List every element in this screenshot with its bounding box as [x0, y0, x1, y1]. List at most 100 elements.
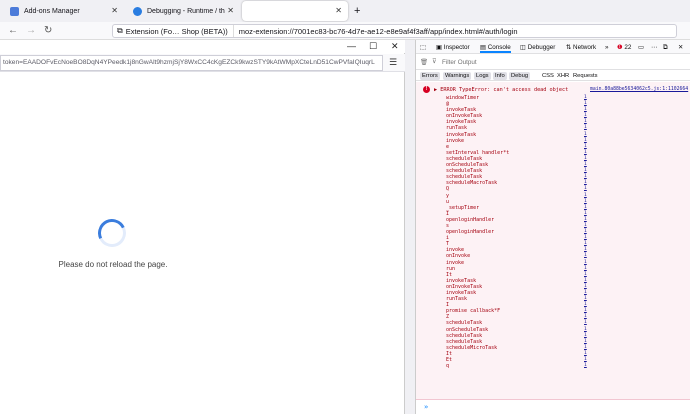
error-icon: ❶ [617, 44, 623, 51]
more-options-icon[interactable]: ⋯ [651, 42, 657, 53]
stack-frame-function: onInvokeTask [446, 283, 483, 290]
filter-xhr[interactable]: XHR [555, 72, 571, 80]
pick-element-icon[interactable]: ⬚ [420, 42, 426, 53]
filter-icon: ⊽ [432, 58, 437, 65]
reload-warning-text: Please do not reload the page. [58, 260, 168, 269]
stack-frame-function: windowTimer [446, 95, 480, 101]
tab-network[interactable]: ⇅ Network [566, 42, 596, 53]
stack-frame-function: invokeTask [446, 107, 477, 114]
popup-url-field[interactable]: token=EAADOFvEcNoeBO8DqN4YPeedk1j8nGwAlt… [0, 55, 383, 71]
stack-frame-function: openloginHandler [446, 216, 495, 223]
stack-frame-function: onInvoke [446, 253, 471, 260]
stack-frame-function: setInterval handler*t [446, 149, 510, 156]
filter-logs[interactable]: Logs [474, 72, 491, 80]
tab-label: Console [487, 44, 511, 51]
tab-debugging[interactable]: Debugging - Runtime / this-fire ✕ [127, 1, 240, 21]
tab-inspector[interactable]: ▣ Inspector [436, 42, 470, 53]
stack-frame-function: s [446, 222, 450, 229]
tab-label: Inspector [443, 44, 470, 51]
stack-frame-function: scheduleTask [446, 168, 483, 175]
stack-frame-function: scheduleTask [446, 155, 483, 162]
responsive-icon[interactable]: ▭ [638, 42, 644, 53]
stack-frame-function: I [446, 302, 450, 309]
login-popup-window: — ☐ ✕ token=EAADOFvEcNoeBO8DqN4YPeedk1j8… [0, 40, 405, 414]
stack-frame-function: It [446, 271, 453, 278]
extension-identity-chip[interactable]: ⧉ Extension (Fo… Shop (BETA)) [113, 25, 234, 37]
tab-title: Debugging - Runtime / this-fire [147, 7, 225, 15]
tab-console[interactable]: ▤ Console [480, 42, 511, 53]
console-filter-bar: 🗑 ⊽ Filter Output [416, 55, 690, 70]
close-icon[interactable]: ✕ [227, 6, 234, 16]
stack-frame-function: _setupTimer [446, 204, 480, 211]
nav-bar: ← → ↻ ⧉ Extension (Fo… Shop (BETA)) moz-… [0, 22, 690, 40]
stack-frame-function: scheduleMacroTask [446, 180, 498, 187]
stack-frame-function: onInvokeTask [446, 113, 483, 120]
stack-frame-function: invokeTask [446, 277, 477, 284]
stack-frame-function: scheduleTask [446, 174, 483, 181]
tab-title: Add-ons Manager [24, 7, 80, 15]
stack-frame-function: promise callback*F [446, 308, 501, 315]
puzzle-icon [10, 6, 19, 16]
url-text[interactable]: moz-extension://7001ec83-bc76-4d7e-ae12-… [234, 27, 518, 36]
reload-icon[interactable]: ↻ [44, 24, 52, 38]
error-icon: ! [423, 86, 430, 93]
console-error-message[interactable]: ! ▶ ERROR TypeError: can't access dead o… [416, 82, 690, 400]
loading-spinner-icon [94, 215, 130, 251]
filter-css[interactable]: CSS [540, 72, 556, 80]
console-category-filters: Errors Warnings Logs Info Debug CSS XHR … [416, 71, 690, 81]
filter-warnings[interactable]: Warnings [443, 72, 472, 80]
extension-name: Extension (Fo… Shop (BETA)) [125, 26, 228, 36]
stack-frame-function: runTask [446, 125, 468, 132]
stack-frame-function: Q [446, 186, 450, 193]
stack-frame-function: invoke [446, 259, 465, 266]
tab-addons-manager[interactable]: Add-ons Manager ✕ [4, 1, 124, 21]
close-icon[interactable]: ✕ [335, 6, 342, 16]
window-titlebar: — ☐ ✕ [0, 40, 405, 53]
console-icon: ▤ [480, 44, 488, 51]
stack-frame-function: runTask [446, 296, 468, 303]
stack-frame-function: T [446, 241, 450, 248]
error-source-link[interactable]: main.80a88be5634062c5.js:1:1102664 [590, 87, 688, 92]
trash-icon[interactable]: 🗑 [420, 58, 428, 66]
filter-requests[interactable]: Requests [571, 72, 600, 80]
stack-frame-function: Z [446, 314, 450, 321]
more-tabs-icon[interactable]: » [605, 42, 609, 53]
stack-frame-function: e [446, 143, 450, 150]
tab-blank-active[interactable]: ✕ [242, 1, 348, 21]
menu-icon[interactable]: ☰ [389, 57, 397, 68]
stack-frame-function: y [446, 192, 450, 199]
dock-icon[interactable]: ⧉ [663, 42, 668, 53]
filter-debug[interactable]: Debug [509, 72, 531, 80]
forward-icon[interactable]: → [26, 24, 36, 38]
minimize-button[interactable]: — [347, 41, 356, 51]
filter-info[interactable]: Info [493, 72, 507, 80]
gear-icon [133, 6, 142, 16]
stack-frame-function: run [446, 265, 456, 272]
filter-input[interactable]: Filter Output [442, 59, 477, 66]
stack-frame-function: I [446, 210, 450, 217]
url-bar[interactable]: ⧉ Extension (Fo… Shop (BETA)) moz-extens… [112, 24, 677, 38]
console-input-prompt[interactable]: » [424, 403, 428, 411]
filter-errors[interactable]: Errors [420, 72, 440, 80]
tab-strip: Add-ons Manager ✕ Debugging - Runtime / … [0, 0, 690, 22]
error-text[interactable]: ▶ ERROR TypeError: can't access dead obj… [434, 87, 568, 93]
tab-debugger[interactable]: ◫ Debugger [520, 42, 555, 53]
stack-frame-function: invokeTask [446, 119, 477, 126]
stack-frame-function: Et [446, 357, 453, 364]
stack-frame-function: openloginHandler [446, 229, 495, 236]
network-icon: ⇅ [566, 44, 574, 51]
stack-frame-function: u [446, 198, 450, 205]
new-tab-button[interactable]: + [352, 1, 368, 21]
stack-frame-function: invoke [446, 247, 465, 254]
stack-frame-source-link[interactable]: 1 [584, 363, 587, 369]
close-button[interactable]: ✕ [391, 41, 399, 51]
debugger-icon: ◫ [520, 44, 528, 51]
maximize-button[interactable]: ☐ [369, 41, 377, 51]
puzzle-icon: ⧉ [117, 26, 123, 35]
stack-frame-function: scheduleTask [446, 320, 483, 327]
error-count-badge[interactable]: ❶ 22 [617, 42, 631, 53]
stack-frame-function: @ [446, 101, 450, 108]
close-icon[interactable]: ✕ [111, 6, 118, 16]
back-icon[interactable]: ← [8, 24, 18, 38]
close-devtools-icon[interactable]: ✕ [678, 42, 683, 53]
